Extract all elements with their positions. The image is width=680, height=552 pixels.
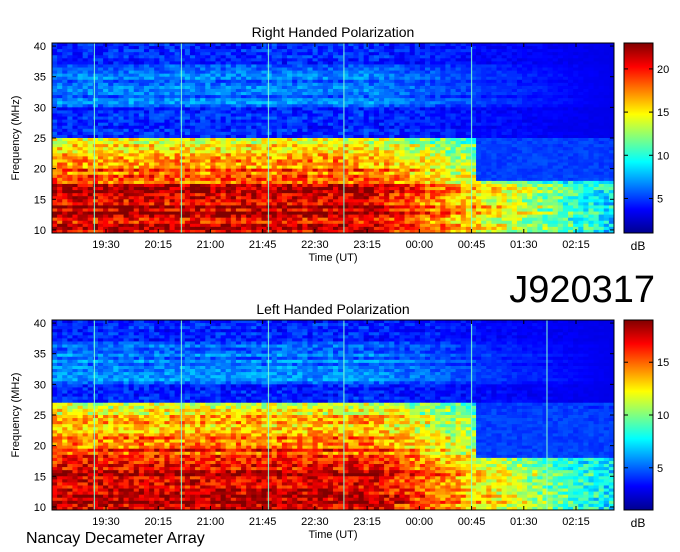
panel-right-handed: Right Handed Polarization 19:30 20:15 21:0… (10, 24, 669, 264)
dynamic-spectrum-figure: Right Handed Polarization 19:30 20:15 21:0… (10, 24, 669, 547)
panel-title: Right Handed Polarization (252, 24, 415, 40)
spectrogram-heatmap (52, 43, 614, 233)
